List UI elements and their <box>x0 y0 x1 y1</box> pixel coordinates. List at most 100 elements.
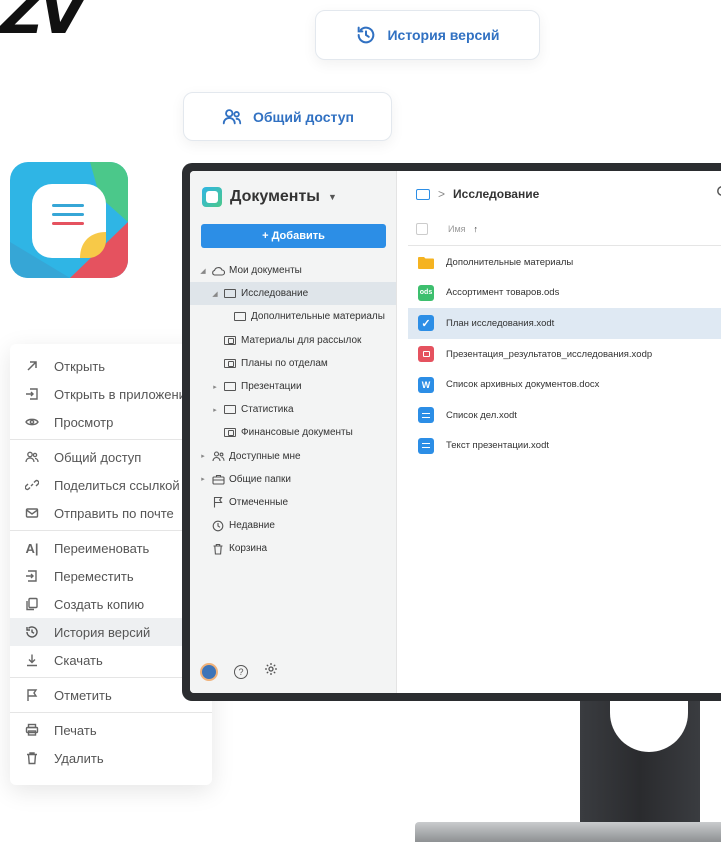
open-in-app-icon <box>24 386 40 402</box>
file-row[interactable]: Список дел.xodt <box>408 400 721 431</box>
tree-item-department-plans[interactable]: Планы по отделам <box>190 352 396 375</box>
app-window: Документы ▼ + Добавить ◢ Мои документы ◢… <box>190 171 721 693</box>
copy-icon <box>24 596 40 612</box>
tree-item-label: Статистика <box>241 404 294 416</box>
menu-item-label: Переместить <box>54 568 134 584</box>
users-icon <box>211 450 225 462</box>
tree-item-label: Общие папки <box>229 473 292 485</box>
tree-item-favorites[interactable]: Отмеченные <box>190 491 396 514</box>
menu-item-label: Поделиться ссылкой <box>54 477 180 493</box>
file-row[interactable]: ods Ассортимент товаров.ods <box>408 278 721 309</box>
tree-item-financial-documents[interactable]: Финансовые документы <box>190 421 396 444</box>
tree-item-mailing-materials[interactable]: Материалы для рассылок <box>190 329 396 352</box>
tree-item-trash[interactable]: Корзина <box>190 537 396 560</box>
expand-arrow-icon: ▸ <box>213 383 217 391</box>
help-icon[interactable]: ? <box>234 664 248 679</box>
menu-item-label: Скачать <box>54 652 103 668</box>
text-document-icon <box>418 437 434 454</box>
shared-folder-icon <box>223 357 237 369</box>
clock-icon <box>211 520 225 532</box>
flag-icon <box>211 496 225 508</box>
search-icon[interactable] <box>716 185 721 199</box>
tree-item-label: Презентации <box>241 381 302 393</box>
link-icon <box>24 477 40 493</box>
pill-label: История версий <box>387 27 500 43</box>
select-all-checkbox[interactable] <box>416 223 428 235</box>
tree-item-statistics[interactable]: ▸ Статистика <box>190 398 396 421</box>
menu-item-label: Отметить <box>54 687 112 703</box>
gear-icon[interactable] <box>264 662 278 681</box>
tree-item-label: Отмеченные <box>229 496 289 508</box>
folder-icon <box>233 311 247 323</box>
column-name[interactable]: Имя <box>448 224 466 234</box>
sidebar: Документы ▼ + Добавить ◢ Мои документы ◢… <box>190 171 397 693</box>
file-row[interactable]: Презентация_результатов_исследования.xod… <box>408 339 721 370</box>
docs-logo-icon <box>202 187 222 207</box>
trash-icon <box>211 543 225 555</box>
app-title-dropdown[interactable]: Документы ▼ <box>202 187 337 207</box>
chevron-down-icon: ▼ <box>327 192 337 202</box>
folder-icon <box>223 404 237 416</box>
mail-icon <box>24 505 40 521</box>
file-name: Список архивных документов.docx <box>446 379 600 391</box>
shared-folder-icon <box>223 334 237 346</box>
tree-item-label: Финансовые документы <box>241 427 353 439</box>
file-name: Ассортимент товаров.ods <box>446 287 560 299</box>
sort-arrow-icon[interactable]: ↑ <box>474 224 479 234</box>
menu-item-label: Просмотр <box>54 414 114 430</box>
add-button[interactable]: + Добавить <box>201 224 386 248</box>
history-icon <box>24 624 40 640</box>
app-title: Документы <box>230 188 320 205</box>
tree-item-research[interactable]: ◢ Исследование <box>190 282 396 306</box>
menu-item-label: Открыть <box>54 358 106 374</box>
rename-icon: A| <box>25 540 39 556</box>
column-header: Имя ↑ <box>416 223 478 235</box>
file-list-panel: > Исследование Имя ↑ Дополнительные мате… <box>398 171 721 693</box>
monitor-base <box>415 822 721 842</box>
menu-item-delete[interactable]: Удалить <box>10 744 212 772</box>
folder-icon <box>223 288 237 300</box>
file-row[interactable]: W Список архивных документов.docx <box>408 369 721 400</box>
tree-item-label: Корзина <box>229 543 268 555</box>
pill-label: Общий доступ <box>253 108 354 125</box>
trash-icon <box>24 750 40 766</box>
checked-checkbox-icon[interactable]: ✓ <box>418 315 434 332</box>
file-list: Дополнительные материалы ods Ассортимент… <box>408 247 721 461</box>
monitor: Документы ▼ + Добавить ◢ Мои документы ◢… <box>182 163 721 701</box>
sharing-pill: Общий доступ <box>183 92 392 141</box>
avatar[interactable] <box>200 662 218 681</box>
cloud-icon <box>211 265 225 277</box>
users-icon <box>222 108 242 124</box>
tree-item-presentations[interactable]: ▸ Презентации <box>190 375 396 398</box>
sidebar-footer: ? <box>200 662 278 681</box>
header-divider <box>408 245 721 246</box>
tree-item-my-documents[interactable]: ◢ Мои документы <box>190 259 396 282</box>
flag-icon <box>24 687 40 703</box>
breadcrumb-current[interactable]: Исследование <box>453 187 539 201</box>
word-document-icon: W <box>418 376 434 393</box>
file-name: Список дел.xodt <box>446 409 517 421</box>
file-row[interactable]: Текст презентации.xodt <box>408 431 721 462</box>
menu-divider <box>10 712 212 713</box>
file-name: Текст презентации.xodt <box>446 440 550 452</box>
brand-logo: ZV <box>0 0 86 48</box>
menu-item-label: Удалить <box>54 750 104 766</box>
file-row[interactable]: Дополнительные материалы <box>408 247 721 278</box>
expand-arrow-icon: ▸ <box>201 453 205 461</box>
expand-arrow-icon: ◢ <box>200 267 206 275</box>
menu-item-print[interactable]: Печать <box>10 716 212 744</box>
history-icon <box>358 26 375 44</box>
breadcrumb-separator: > <box>438 187 446 201</box>
tree-item-label: Мои документы <box>229 265 302 277</box>
menu-item-label: Создать копию <box>54 596 145 612</box>
tree-item-label: Недавние <box>229 520 275 532</box>
tree-item-recent[interactable]: Недавние <box>190 514 396 537</box>
tree-item-shared-with-me[interactable]: ▸ Доступные мне <box>190 445 396 468</box>
file-name: План исследования.xodt <box>446 317 555 329</box>
tree-item-additional-materials[interactable]: Дополнительные материалы <box>190 305 396 328</box>
arrow-up-right-icon <box>24 358 40 374</box>
file-row[interactable]: ✓ План исследования.xodt <box>408 308 721 339</box>
breadcrumb: > Исследование <box>416 187 539 201</box>
folder-icon <box>418 254 434 270</box>
tree-item-common-folders[interactable]: ▸ Общие папки <box>190 468 396 491</box>
